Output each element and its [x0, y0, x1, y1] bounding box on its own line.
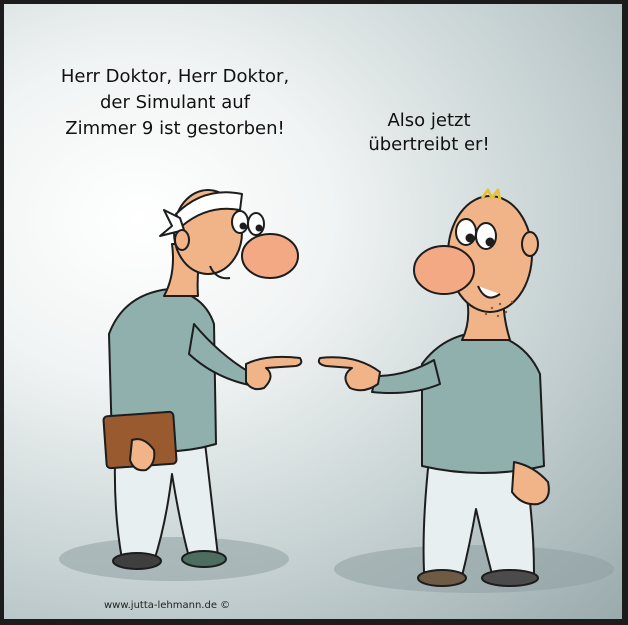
nurse-eye-right: [247, 212, 265, 236]
copyright-credit: www.jutta-lehmann.de ©: [104, 600, 231, 611]
character-doctor: [317, 188, 550, 587]
nurse-shoe-left: [112, 552, 162, 570]
cartoon-panel: Herr Doktor, Herr Doktor, der Simulant a…: [4, 4, 622, 619]
doctor-hand-side: [511, 461, 550, 506]
doctor-shirt: [421, 331, 545, 474]
cartoon-illustration: [59, 188, 614, 593]
doctor-pupil-left: [465, 233, 475, 243]
nurse-hand-pointing: [245, 355, 303, 391]
character-nurse: [102, 189, 303, 570]
nurse-eye-left: [231, 210, 249, 234]
doctor-nose: [413, 245, 475, 295]
doctor-ear: [521, 231, 539, 257]
doctor-shoe-left: [417, 569, 467, 587]
nurse-pupil-right: [255, 224, 263, 232]
nurse-shoe-right: [181, 550, 227, 568]
doctor-shoe-right: [481, 569, 539, 587]
doctor-hand-pointing: [317, 356, 381, 392]
nurse-pupil-left: [239, 222, 247, 230]
cartoon-frame: Herr Doktor, Herr Doktor, der Simulant a…: [0, 0, 628, 625]
nurse-ear: [174, 229, 190, 251]
nurse-nose: [241, 233, 299, 279]
shadow-left: [59, 537, 289, 581]
doctor-pupil-right: [485, 237, 495, 247]
shadow-right: [334, 545, 614, 593]
doctor-arm: [371, 359, 441, 394]
